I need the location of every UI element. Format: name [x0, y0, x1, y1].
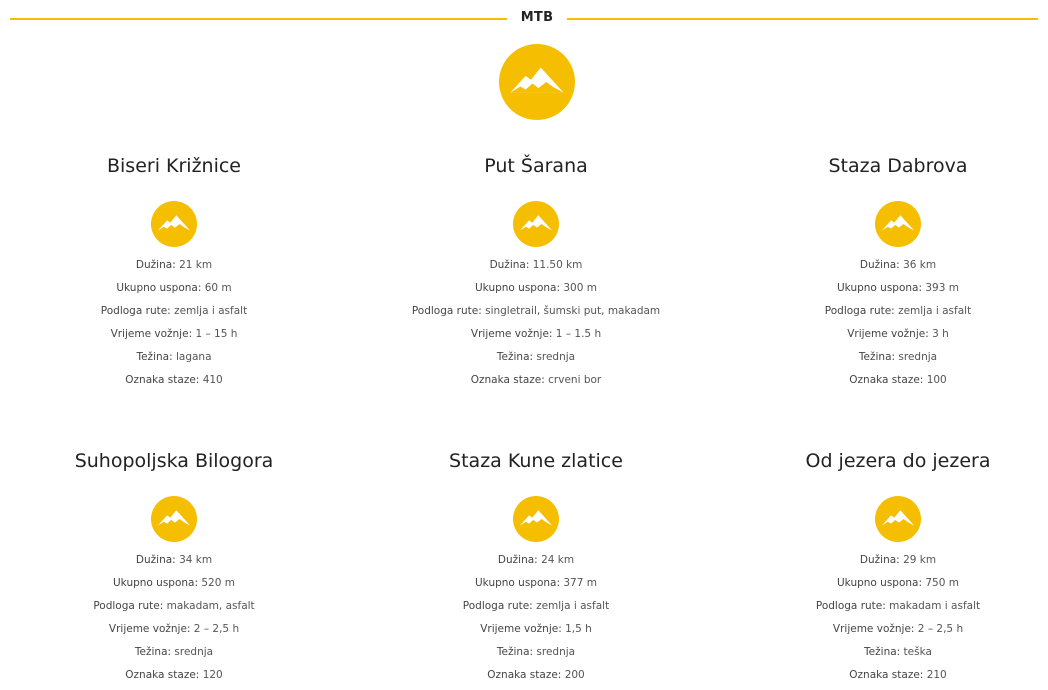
route-card[interactable]: Suhopoljska Bilogora Dužina: 34 km Ukupn… [4, 447, 344, 687]
route-surface: Podloga rute: makadam, asfalt [93, 600, 255, 612]
route-title[interactable]: Suhopoljska Bilogora [4, 447, 344, 475]
route-difficulty: Težina: lagana [136, 351, 212, 363]
route-title[interactable]: Staza Dabrova [728, 152, 1048, 180]
route-ride-time: Vrijeme vožnje: 1 – 15 h [110, 328, 238, 340]
mountain-icon [875, 201, 921, 247]
section-title: MTB [520, 10, 554, 25]
route-mark: Oznaka staze: 210 [849, 669, 947, 681]
route-difficulty: Težina: srednja [858, 351, 938, 363]
route-length: Dužina: 29 km [859, 554, 937, 566]
route-mark: Oznaka staze: 410 [125, 374, 223, 386]
section-header: MTB [0, 8, 1048, 28]
route-elevation: Ukupno uspona: 520 m [113, 577, 235, 589]
route-ride-time: Vrijeme vožnje: 1,5 h [480, 623, 592, 635]
route-title[interactable]: Biseri Križnice [4, 152, 344, 180]
route-elevation: Ukupno uspona: 393 m [837, 282, 959, 294]
route-card[interactable]: Staza Dabrova Dužina: 36 km Ukupno uspon… [728, 152, 1048, 392]
route-title[interactable]: Staza Kune zlatice [366, 447, 706, 475]
route-surface: Podloga rute: zemlja i asfalt [462, 600, 610, 612]
route-difficulty: Težina: srednja [496, 646, 576, 658]
route-length: Dužina: 21 km [135, 259, 213, 271]
route-length: Dužina: 34 km [135, 554, 213, 566]
route-surface: Podloga rute: zemlja i asfalt [824, 305, 972, 317]
route-details: Dužina: 36 km Ukupno uspona: 393 m Podlo… [728, 254, 1048, 392]
route-ride-time: Vrijeme vožnje: 2 – 2,5 h [832, 623, 964, 635]
route-mark: Oznaka staze: 200 [487, 669, 585, 681]
route-difficulty: Težina: srednja [496, 351, 576, 363]
route-difficulty: Težina: teška [864, 646, 932, 658]
route-length: Dužina: 24 km [497, 554, 575, 566]
route-length: Dužina: 11.50 km [489, 259, 583, 271]
route-details: Dužina: 21 km Ukupno uspona: 60 m Podlog… [4, 254, 344, 392]
route-elevation: Ukupno uspona: 300 m [475, 282, 597, 294]
route-surface: Podloga rute: zemlja i asfalt [100, 305, 248, 317]
route-card[interactable]: Staza Kune zlatice Dužina: 24 km Ukupno … [366, 447, 706, 687]
mountain-icon [875, 496, 921, 542]
route-card[interactable]: Biseri Križnice Dužina: 21 km Ukupno usp… [4, 152, 344, 392]
header-divider-left [10, 18, 507, 20]
route-details: Dužina: 24 km Ukupno uspona: 377 m Podlo… [366, 549, 706, 687]
route-elevation: Ukupno uspona: 377 m [475, 577, 597, 589]
route-ride-time: Vrijeme vožnje: 2 – 2,5 h [108, 623, 240, 635]
mountain-icon [499, 44, 575, 120]
mountain-icon [151, 201, 197, 247]
header-divider-right [567, 18, 1038, 20]
route-details: Dužina: 29 km Ukupno uspona: 750 m Podlo… [728, 549, 1048, 687]
route-title[interactable]: Put Šarana [366, 152, 706, 180]
route-ride-time: Vrijeme vožnje: 3 h [847, 328, 949, 340]
mountain-icon [151, 496, 197, 542]
route-title[interactable]: Od jezera do jezera [728, 447, 1048, 475]
route-ride-time: Vrijeme vožnje: 1 – 1.5 h [470, 328, 602, 340]
route-surface: Podloga rute: singletrail, šumski put, m… [411, 305, 661, 317]
route-mark: Oznaka staze: 120 [125, 669, 223, 681]
route-elevation: Ukupno uspona: 60 m [116, 282, 232, 294]
mountain-icon [513, 201, 559, 247]
route-card[interactable]: Put Šarana Dužina: 11.50 km Ukupno uspon… [366, 152, 706, 392]
route-mark: Oznaka staze: crveni bor [470, 374, 602, 386]
route-mark: Oznaka staze: 100 [849, 374, 947, 386]
route-elevation: Ukupno uspona: 750 m [837, 577, 959, 589]
mountain-icon [513, 496, 559, 542]
route-surface: Podloga rute: makadam i asfalt [815, 600, 981, 612]
route-card[interactable]: Od jezera do jezera Dužina: 29 km Ukupno… [728, 447, 1048, 687]
route-difficulty: Težina: srednja [134, 646, 214, 658]
route-details: Dužina: 34 km Ukupno uspona: 520 m Podlo… [4, 549, 344, 687]
route-length: Dužina: 36 km [859, 259, 937, 271]
route-details: Dužina: 11.50 km Ukupno uspona: 300 m Po… [366, 254, 706, 392]
